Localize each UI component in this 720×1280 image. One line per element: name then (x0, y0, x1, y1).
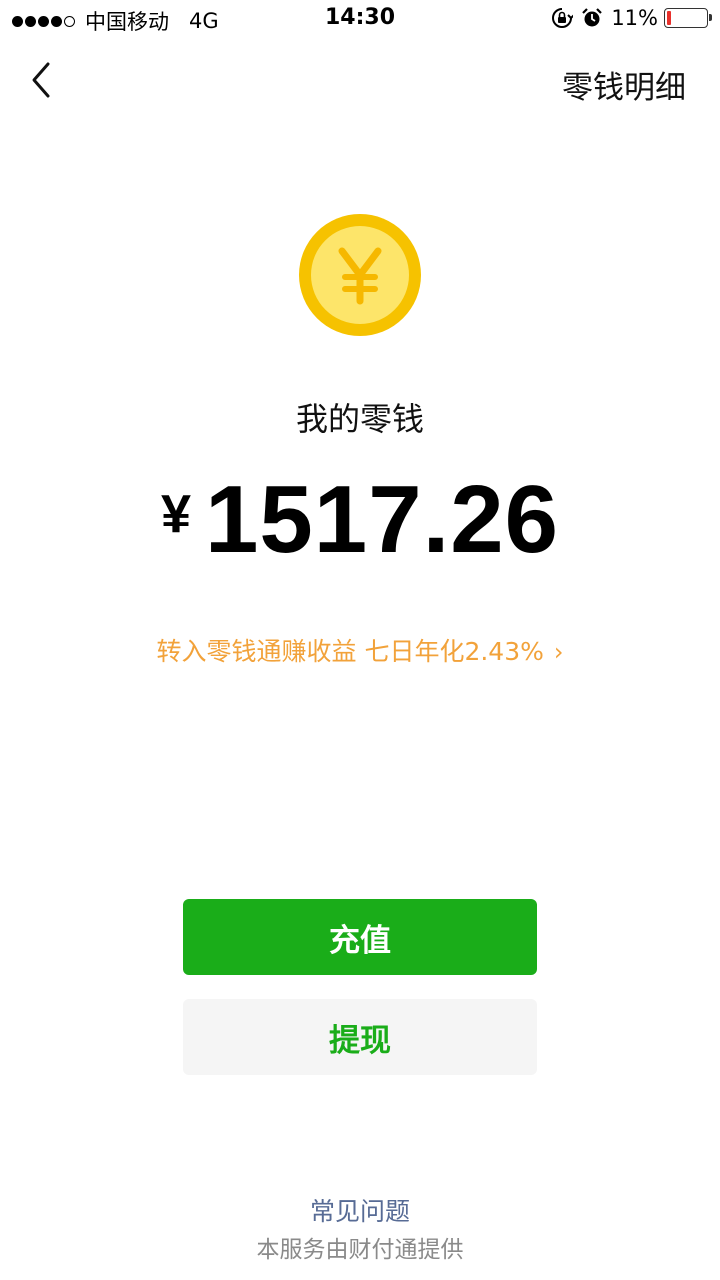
navigation-bar: 零钱明细 (0, 40, 720, 120)
transaction-details-link[interactable]: 零钱明细 (562, 62, 686, 107)
rotation-lock-icon (551, 7, 574, 29)
currency-symbol: ¥ (160, 484, 192, 544)
status-right: 11% (551, 6, 712, 30)
balance-label: 我的零钱 (295, 400, 424, 438)
promo-text: 转入零钱通赚收益 七日年化2.43% (156, 637, 544, 666)
battery-percent: 11% (611, 6, 658, 30)
service-provider-note: 本服务由财付通提供 (256, 1237, 464, 1263)
status-bar: 中国移动 4G 14:30 11% (0, 0, 720, 40)
recharge-button[interactable]: 充值 (183, 899, 537, 975)
faq-link[interactable]: 常见问题 (0, 1192, 720, 1228)
battery-icon (664, 8, 712, 28)
back-button[interactable] (24, 60, 64, 100)
wallet-savings-promo-link[interactable]: 转入零钱通赚收益 七日年化2.43% › (0, 632, 720, 668)
withdraw-button[interactable]: 提现 (183, 999, 537, 1075)
yen-coin-icon (298, 213, 422, 337)
balance-amount: ¥1517.26 (0, 470, 720, 598)
battery-level-fill (667, 11, 671, 25)
chevron-left-icon (32, 62, 50, 98)
balance-value: 1517.26 (205, 466, 560, 573)
alarm-icon (581, 7, 603, 29)
chevron-right-icon: › (553, 638, 564, 666)
